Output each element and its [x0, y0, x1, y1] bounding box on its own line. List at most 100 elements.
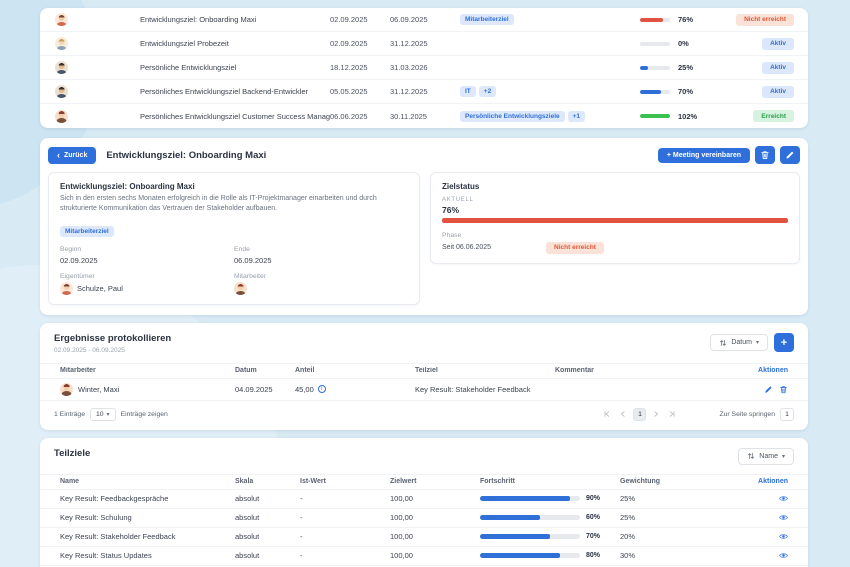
schedule-meeting-button[interactable]: + Meeting vereinbaren	[658, 148, 750, 163]
column-header: Fortschritt	[480, 478, 620, 485]
scale-cell: absolut	[235, 532, 300, 541]
column-header: Anteil	[295, 367, 415, 374]
goal-tag: Mitarbeiterziel	[460, 14, 514, 25]
first-page-button[interactable]	[601, 408, 613, 420]
progress-percent: 70%	[586, 533, 600, 540]
goal-end-date: 30.11.2025	[390, 112, 460, 121]
status-cell: Aktiv	[762, 86, 808, 98]
page-size-select[interactable]: 10 ▾	[90, 408, 116, 421]
share-cell: 45,00 i	[295, 385, 415, 394]
progress-bar	[640, 66, 648, 70]
column-header: Gewichtung	[620, 478, 720, 485]
subgoals-section: Teilziele Name ▾ Name Skala Ist-Wert Zie…	[40, 438, 808, 567]
progress-bar-cell	[640, 66, 678, 70]
table-row[interactable]: Key Result: Schulung absolut - 100,00 60…	[40, 509, 808, 528]
table-row[interactable]: Persönliche Entwicklungsziel 18.12.2025 …	[40, 56, 808, 80]
goal-description: Sich in den ersten sechs Monaten erfolgr…	[60, 194, 408, 214]
chevron-right-icon	[652, 410, 660, 418]
back-button[interactable]: ‹ Zurück	[48, 147, 96, 164]
caret-down-icon: ▾	[756, 339, 759, 346]
date-cell: 04.09.2025	[235, 385, 295, 394]
goal-tags: Persönliche Entwicklungsziele +1	[460, 111, 640, 122]
status-cell: Aktiv	[762, 62, 808, 74]
pagination: 1	[601, 408, 678, 421]
info-icon[interactable]: i	[318, 385, 326, 393]
column-header: Zielwert	[390, 478, 480, 485]
avatar	[55, 37, 68, 50]
progress-percent: 80%	[586, 552, 600, 559]
actual-value-cell: -	[300, 532, 390, 541]
phase-label: Phase	[442, 232, 788, 239]
progress-percent: 25%	[678, 63, 718, 72]
content-area: Entwicklungsziel: Onboarding Maxi 02.09.…	[40, 8, 808, 567]
phase-row: Seit 06.06.2025 Nicht erreicht	[442, 242, 788, 254]
weight-cell: 25%	[620, 494, 720, 503]
sort-select-value: Datum	[731, 339, 752, 346]
table-row[interactable]: Entwicklungsziel Probezeit 02.09.2025 31…	[40, 32, 808, 56]
avatar	[60, 282, 73, 295]
row-actions	[720, 494, 788, 503]
eye-icon[interactable]	[779, 532, 788, 541]
goal-start-date: 02.09.2025	[330, 15, 390, 24]
progress-cell: 90%	[480, 495, 620, 502]
row-actions	[720, 513, 788, 522]
jump-page-input[interactable]: 1	[780, 408, 794, 421]
pencil-icon	[785, 150, 795, 160]
subgoal-name: Key Result: Stakeholder Feedback	[60, 532, 235, 541]
eye-icon[interactable]	[779, 494, 788, 503]
goal-start-date: 05.05.2025	[330, 87, 390, 96]
target-value-cell: 100,00	[390, 513, 480, 522]
goal-end-date: 06.09.2025	[390, 15, 460, 24]
last-page-button[interactable]	[666, 408, 678, 420]
row-actions	[720, 532, 788, 541]
subgoals-table-header: Name Skala Ist-Wert Zielwert Fortschritt…	[40, 474, 808, 490]
table-row[interactable]: Key Result: Feedbackgespräche absolut - …	[40, 490, 808, 509]
page-size-value: 10	[96, 411, 104, 418]
actual-value-cell: -	[300, 513, 390, 522]
progress-track	[480, 515, 580, 520]
column-header: Mitarbeiter	[60, 367, 235, 374]
target-value-cell: 100,00	[390, 494, 480, 503]
eye-icon[interactable]	[779, 551, 788, 560]
current-page[interactable]: 1	[633, 408, 646, 421]
table-row[interactable]: Key Result: Status Updates absolut - 100…	[40, 547, 808, 566]
progress-bar	[480, 496, 570, 501]
delete-button[interactable]	[755, 146, 775, 164]
weight-cell: 30%	[620, 551, 720, 560]
column-header: Teilziel	[415, 367, 555, 374]
detail-actions: + Meeting vereinbaren	[658, 146, 800, 164]
eye-icon[interactable]	[779, 513, 788, 522]
table-row[interactable]: Key Result: Stakeholder Feedback absolut…	[40, 528, 808, 547]
edit-icon[interactable]	[764, 385, 773, 394]
status-badge: Nicht erreicht	[736, 14, 794, 26]
next-page-button[interactable]	[650, 408, 662, 420]
table-row[interactable]: Winter, Maxi 04.09.2025 45,00 i Key Resu…	[40, 379, 808, 401]
table-row[interactable]: Persönliches Entwicklungsziel Backend-En…	[40, 80, 808, 104]
current-value: 76%	[442, 205, 788, 215]
add-result-button[interactable]: +	[774, 333, 794, 352]
previous-page-button[interactable]	[617, 408, 629, 420]
progress-percent: 102%	[678, 112, 718, 121]
row-actions	[720, 551, 788, 560]
status-title: Zielstatus	[442, 182, 788, 191]
goal-tags: Mitarbeiterziel	[460, 14, 640, 25]
trash-icon[interactable]	[779, 385, 788, 394]
progress-bar-cell	[640, 18, 678, 22]
status-badge: Erreicht	[753, 110, 794, 122]
caret-down-icon: ▾	[107, 411, 110, 418]
column-header: Skala	[235, 478, 300, 485]
edit-button[interactable]	[780, 146, 800, 164]
table-row[interactable]: Persönliches Entwicklungsziel Customer S…	[40, 104, 808, 128]
sort-select[interactable]: Name ▾	[738, 448, 794, 465]
goal-end-date: 31.12.2025	[390, 39, 460, 48]
goal-name: Entwicklungsziel: Onboarding Maxi	[140, 15, 330, 24]
progress-bar	[480, 534, 550, 539]
avatar-cell	[40, 37, 140, 50]
table-row[interactable]: Entwicklungsziel: Onboarding Maxi 02.09.…	[40, 8, 808, 32]
entry-count: 1 Einträge	[54, 411, 85, 418]
page-size-label: Einträge zeigen	[121, 411, 168, 418]
avatar-cell	[40, 13, 140, 26]
progress-bar	[640, 18, 663, 22]
sort-select[interactable]: Datum ▾	[710, 334, 768, 351]
goal-tag: Persönliche Entwicklungsziele	[460, 111, 565, 122]
